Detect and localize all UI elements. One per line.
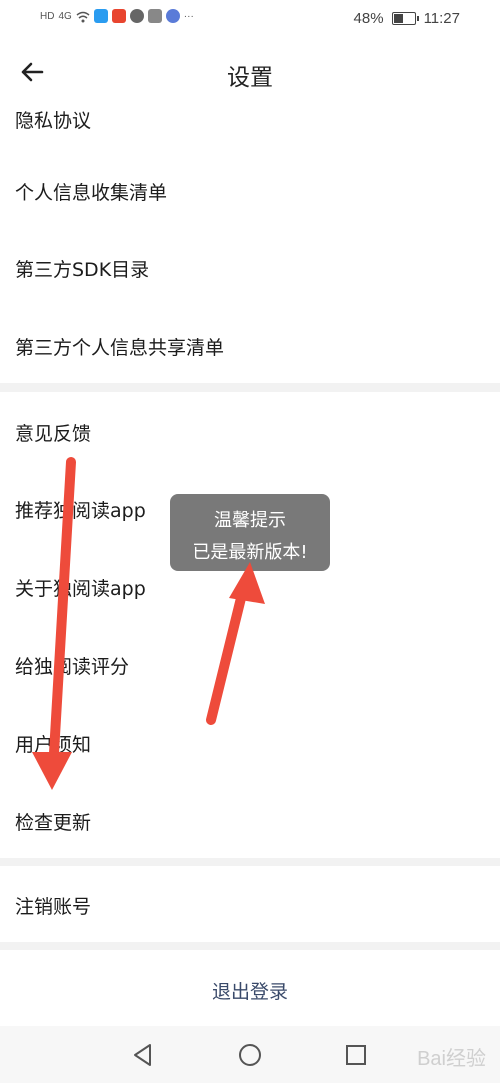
logout-button[interactable]: 退出登录 [0, 950, 500, 1026]
settings-item-privacy[interactable]: 隐私协议 [0, 106, 500, 152]
page-title: 设置 [227, 65, 273, 91]
settings-item-label: 推荐独阅读app [15, 500, 146, 522]
section-divider [0, 858, 500, 866]
settings-item-delete-account[interactable]: 注销账号 [0, 866, 500, 942]
settings-item-label: 给独阅读评分 [15, 656, 130, 678]
settings-item-info-sharing[interactable]: 第三方个人信息共享清单 [0, 305, 500, 383]
battery-percent: 48% [353, 10, 384, 27]
app-icon-red [111, 9, 126, 23]
nav-home-icon[interactable] [237, 1042, 263, 1068]
settings-item-sdk-list[interactable]: 第三方SDK目录 [0, 228, 500, 306]
more-notifications: ··· [183, 10, 194, 22]
settings-item-label: 注销账号 [15, 896, 92, 918]
toast-message: 温馨提示 已是最新版本! [170, 494, 330, 571]
settings-item-label: 关于独阅读app [15, 578, 146, 600]
status-bar: HD 4G ··· 48% 11:27 [0, 0, 500, 38]
settings-item-label: 第三方个人信息共享清单 [15, 337, 225, 359]
app-icon-blue [93, 9, 108, 23]
signal-label: 4G [58, 10, 72, 22]
settings-item-user-notice[interactable]: 用户须知 [0, 702, 500, 781]
settings-item-info-collection[interactable]: 个人信息收集清单 [0, 151, 500, 229]
nav-recent-icon[interactable] [343, 1042, 369, 1068]
settings-item-label: 第三方SDK目录 [15, 259, 150, 281]
logout-label: 退出登录 [211, 981, 288, 1003]
settings-item-label: 隐私协议 [15, 110, 92, 132]
hexagon-icon [147, 9, 162, 23]
settings-item-rate[interactable]: 给独阅读评分 [0, 624, 500, 703]
settings-item-label: 用户须知 [15, 734, 92, 756]
network-label: HD [40, 10, 55, 22]
system-nav-bar: Bai经验 [0, 1026, 500, 1083]
clock: 11:27 [423, 10, 460, 27]
settings-item-label: 个人信息收集清单 [15, 182, 168, 204]
settings-item-label: 意见反馈 [15, 423, 92, 445]
music-icon [165, 9, 180, 23]
status-icons: HD 4G ··· [40, 9, 194, 23]
status-right: 48% 11:27 [354, 10, 460, 27]
nav-back-icon[interactable] [130, 1042, 156, 1068]
watermark: Bai经验 [417, 1048, 486, 1070]
section-divider [0, 942, 500, 950]
section-divider [0, 383, 500, 392]
settings-item-check-update[interactable]: 检查更新 [0, 780, 500, 858]
settings-item-label: 检查更新 [15, 812, 92, 834]
toast-text: 已是最新版本! [192, 542, 308, 563]
chat-icon [129, 9, 144, 23]
toast-title: 温馨提示 [214, 510, 286, 531]
top-app-bar: 设置 [0, 38, 500, 106]
wifi-icon [76, 9, 90, 23]
battery-icon [391, 12, 419, 25]
settings-item-feedback[interactable]: 意见反馈 [0, 392, 500, 470]
